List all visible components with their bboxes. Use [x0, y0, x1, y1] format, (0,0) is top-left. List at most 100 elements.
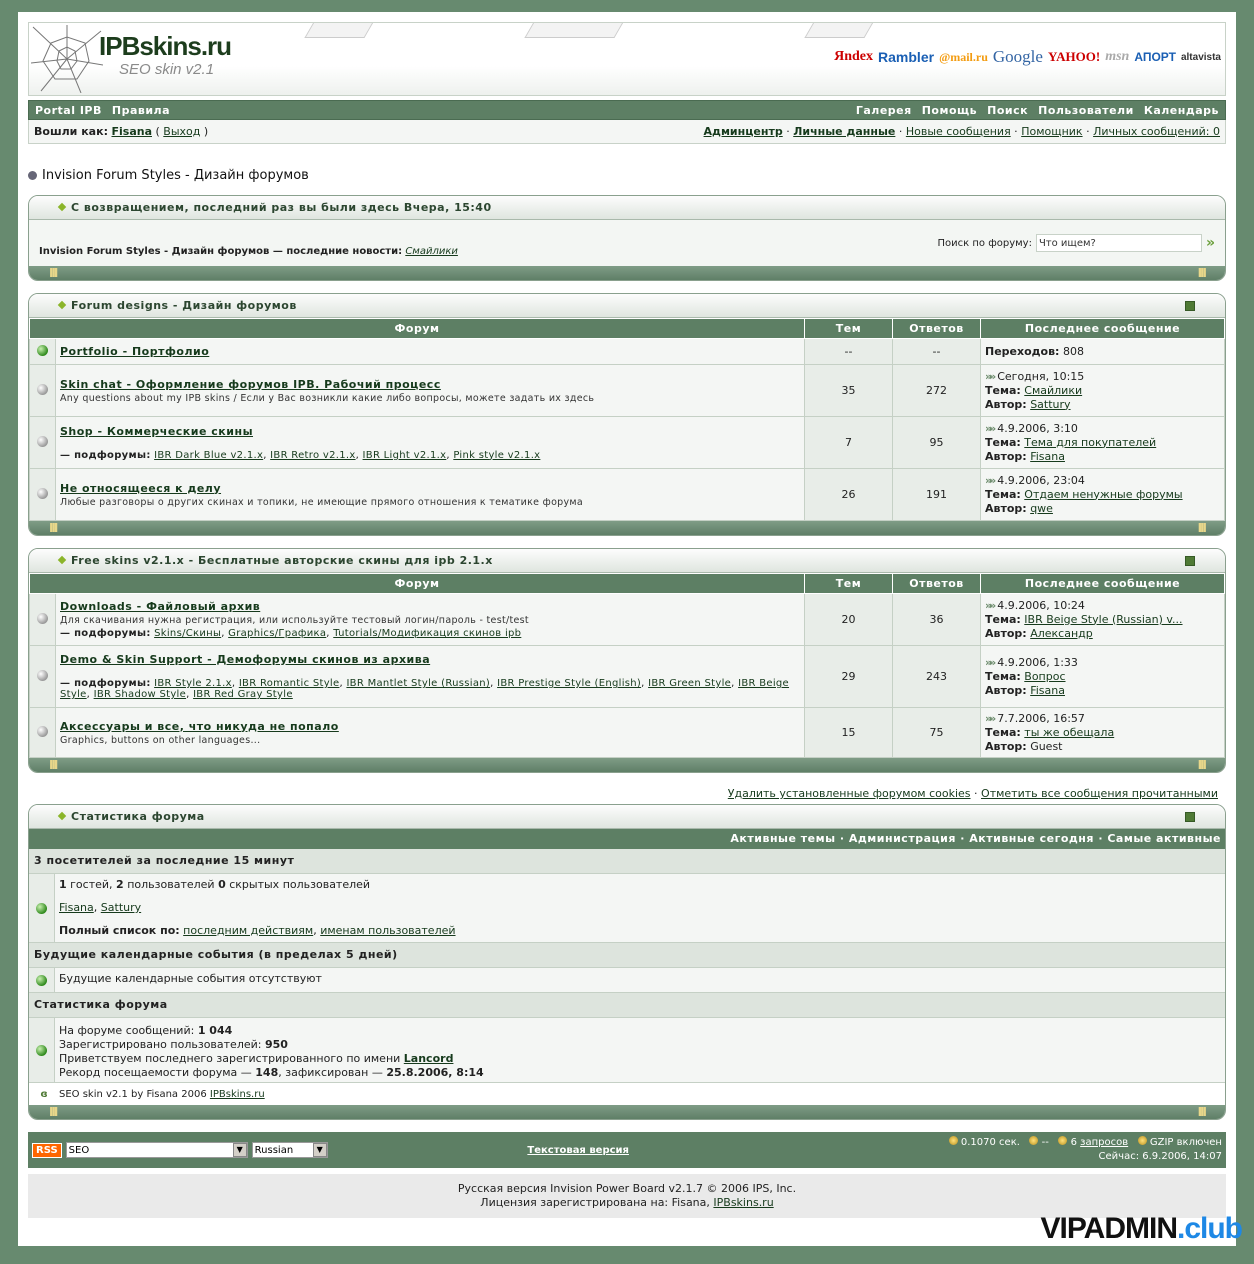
author-link[interactable]: Sattury	[1030, 398, 1070, 411]
subforum-link[interactable]: IBR Mantlet Style (Russian)	[346, 678, 490, 689]
search-go-icon[interactable]: »	[1206, 235, 1215, 251]
forum-link[interactable]: Shop - Коммерческие скины	[60, 425, 253, 438]
board-stats-row: На форуме сообщений: 1 044 Зарегистрирова…	[29, 1017, 1225, 1083]
last-topic-link[interactable]: Отдаем ненужные форумы	[1024, 488, 1182, 501]
breadcrumb: Invision Forum Styles - Дизайн форумов	[28, 168, 1226, 183]
category-title[interactable]: Forum designs - Дизайн форумов	[59, 299, 297, 312]
collapse-icon[interactable]	[1185, 555, 1195, 566]
collapse-icon[interactable]	[1185, 300, 1195, 311]
rss-button[interactable]: RSS	[32, 1142, 62, 1158]
license-link[interactable]: IPBskins.ru	[713, 1196, 773, 1209]
coin-icon	[948, 1136, 958, 1145]
by-member-name-link[interactable]: именам пользователей	[320, 924, 455, 937]
language-select[interactable]: Russian ▼	[251, 1142, 328, 1158]
last-post-arrow-icon[interactable]: »»	[985, 712, 996, 725]
forum-link[interactable]: Skin chat - Оформление форумов IPB. Рабо…	[60, 378, 441, 391]
forum-link[interactable]: Не относящееся к делу	[60, 482, 221, 495]
hidden-label: скрытых пользователей	[229, 878, 371, 891]
credit-link[interactable]: IPBskins.ru	[210, 1089, 265, 1100]
forum-link[interactable]: Demo & Skin Support - Демофорумы скинов …	[60, 653, 430, 666]
user-bar: Вошли как: Fisana ( Выход ) Админцентр ·…	[28, 120, 1226, 144]
last-post-arrow-icon[interactable]: »»	[985, 656, 996, 669]
subforum-link[interactable]: IBR Green Style	[648, 678, 731, 689]
subforum-link[interactable]: IBR Romantic Style	[239, 678, 340, 689]
search-label: Поиск по форуму:	[937, 237, 1032, 249]
last-post-arrow-icon[interactable]: »»	[985, 599, 996, 612]
topics-count: 29	[804, 645, 893, 708]
forum-link[interactable]: Downloads - Файловый архив	[60, 600, 260, 613]
text-version-link[interactable]: Текстовая версия	[527, 1145, 629, 1156]
dropdown-arrow-icon: ▼	[232, 1143, 247, 1157]
nav-calendar[interactable]: Календарь	[1144, 104, 1219, 117]
administration-link[interactable]: Администрация	[849, 832, 956, 845]
last-topic-link[interactable]: ты же обещала	[1024, 726, 1114, 739]
coin-icon	[1058, 1136, 1068, 1145]
messages-link[interactable]: Личных сообщений: 0	[1093, 125, 1220, 138]
language-value: Russian	[254, 1144, 294, 1156]
author-link[interactable]: Fisana	[1030, 684, 1065, 697]
active-today-link[interactable]: Активные сегодня	[969, 832, 1094, 845]
by-last-action-link[interactable]: последним действиям	[183, 924, 313, 937]
newest-member-link[interactable]: Lancord	[404, 1052, 454, 1065]
subforum-link[interactable]: IBR Dark Blue v2.1.x	[154, 450, 263, 461]
nav-gallery[interactable]: Галерея	[856, 104, 912, 117]
col-last: Последнее сообщение	[980, 573, 1225, 594]
nav-rules[interactable]: Правила	[112, 104, 170, 117]
nav-portal[interactable]: Portal IPB	[35, 104, 102, 117]
queries-link[interactable]: запросов	[1080, 1137, 1128, 1148]
no-new-posts-icon	[37, 725, 48, 737]
last-post-arrow-icon[interactable]: »»	[985, 422, 996, 435]
admin-cp-link[interactable]: Админцентр	[704, 125, 783, 138]
username-link[interactable]: Fisana	[111, 125, 152, 138]
subforum-link[interactable]: IBR Prestige Style (English)	[497, 678, 641, 689]
news-link[interactable]: Смайлики	[405, 246, 458, 257]
subforum-link[interactable]: IBR Light v2.1.x	[363, 450, 447, 461]
site-logo[interactable]: IPBskins.ru	[99, 31, 232, 62]
subforum-link[interactable]: IBR Shadow Style	[94, 689, 187, 700]
forum-link[interactable]: Portfolio - Портфолио	[60, 345, 209, 358]
subforum-link[interactable]: Tutorials/Модификация скинов ipb	[333, 628, 521, 639]
forum-link[interactable]: Аксессуары и все, что никуда не попало	[60, 720, 339, 733]
subforum-link[interactable]: Pink style v2.1.x	[453, 450, 540, 461]
author-link[interactable]: Fisana	[1030, 450, 1065, 463]
my-controls-link[interactable]: Личные данные	[793, 125, 895, 138]
table-row: Shop - Коммерческие скины — подфорумы: IB…	[29, 416, 1225, 469]
topic-label: Тема:	[985, 612, 1021, 626]
new-posts-link[interactable]: Новые сообщения	[906, 125, 1011, 138]
online-user-link[interactable]: Sattury	[101, 901, 141, 914]
news-line: Invision Forum Styles - Дизайн форумов —…	[39, 246, 458, 257]
subforum-link[interactable]: IBR Style 2.1.x	[154, 678, 232, 689]
nav-members[interactable]: Пользователи	[1038, 104, 1134, 117]
assistant-link[interactable]: Помощник	[1021, 125, 1082, 138]
last-post-arrow-icon[interactable]: »»	[985, 474, 996, 487]
last-topic-link[interactable]: Смайлики	[1024, 384, 1082, 397]
subforum-link[interactable]: IBR Red Gray Style	[193, 689, 293, 700]
online-user-link[interactable]: Fisana	[59, 901, 94, 914]
active-topics-link[interactable]: Активные темы	[730, 832, 835, 845]
breadcrumb-title[interactable]: Invision Forum Styles - Дизайн форумов	[42, 168, 309, 183]
logout-link[interactable]: Выход	[163, 125, 200, 138]
author-link[interactable]: qwe	[1030, 502, 1053, 515]
collapse-icon[interactable]	[1185, 811, 1195, 822]
subforum-link[interactable]: IBR Retro v2.1.x	[270, 450, 355, 461]
last-topic-link[interactable]: Тема для покупателей	[1024, 436, 1156, 449]
skin-select[interactable]: SEO ▼	[65, 1142, 248, 1158]
exec-time: 0.1070 сек.	[960, 1137, 1020, 1148]
category-title[interactable]: Free skins v2.1.x - Бесплатные авторские…	[59, 554, 493, 567]
most-active-link[interactable]: Самые активные	[1107, 832, 1221, 845]
nav-search[interactable]: Поиск	[987, 104, 1028, 117]
last-topic-link[interactable]: Вопрос	[1024, 670, 1065, 683]
last-topic-link[interactable]: IBR Beige Style (Russian) v...	[1024, 613, 1182, 626]
last-post-arrow-icon[interactable]: »»	[985, 370, 996, 383]
subforum-link[interactable]: Skins/Скины	[154, 628, 221, 639]
nav-help[interactable]: Помощь	[922, 104, 977, 117]
license-line: Лицензия зарегистрирована на: Fisana,	[480, 1196, 710, 1209]
online-icon	[36, 902, 47, 914]
delete-cookies-link[interactable]: Удалить установленные форумом cookies	[728, 787, 971, 800]
mark-read-link[interactable]: Отметить все сообщения прочитанными	[981, 787, 1218, 800]
col-replies: Ответов	[892, 573, 981, 594]
search-input[interactable]	[1035, 234, 1202, 252]
subforum-link[interactable]: Graphics/Графика	[228, 628, 326, 639]
copyright-line: Русская версия Invision Power Board v2.1…	[457, 1182, 797, 1195]
author-link[interactable]: Александр	[1030, 627, 1093, 640]
